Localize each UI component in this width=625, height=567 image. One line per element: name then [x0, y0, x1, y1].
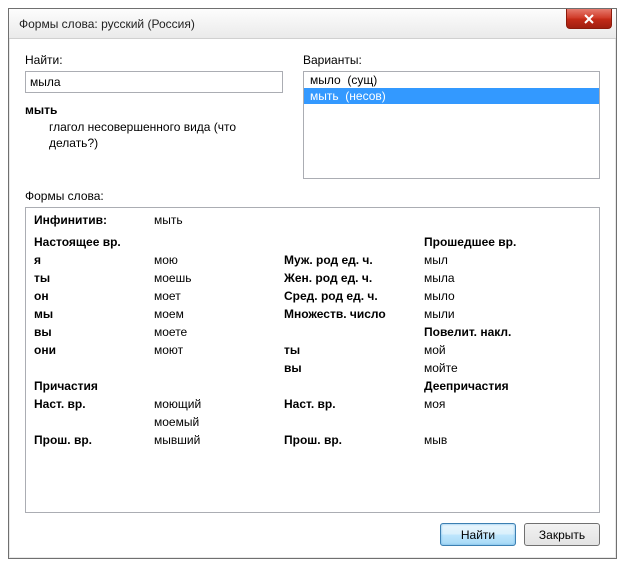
forms-cell: мой — [424, 342, 544, 358]
forms-cell — [424, 414, 544, 430]
forms-grid: Инфинитив:мытьНастоящее вр. Прошедшее вр.… — [34, 212, 591, 448]
forms-cell: моют — [154, 342, 284, 358]
find-column: Найти: мыть глагол несовершенного вида (… — [25, 53, 283, 179]
forms-label: Формы слова: — [25, 189, 600, 203]
forms-cell: моемый — [154, 414, 284, 430]
forms-cell — [34, 230, 154, 232]
variants-label: Варианты: — [303, 53, 600, 67]
forms-cell: Инфинитив: — [34, 212, 154, 228]
forms-cell: я — [34, 252, 154, 268]
forms-cell: Деепричастия — [424, 378, 544, 394]
forms-cell — [154, 378, 284, 394]
forms-cell: Повелит. накл. — [424, 324, 544, 340]
button-row: Найти Закрыть — [25, 513, 600, 546]
forms-cell — [284, 230, 424, 232]
forms-cell: Настоящее вр. — [34, 234, 154, 250]
forms-cell: он — [34, 288, 154, 304]
lemma-definition: глагол несовершенного вида (что делать?) — [49, 119, 283, 151]
forms-box[interactable]: Инфинитив:мытьНастоящее вр. Прошедшее вр.… — [25, 207, 600, 513]
forms-cell — [34, 414, 154, 430]
window-title: Формы слова: русский (Россия) — [19, 17, 195, 31]
variant-item[interactable]: мыло (сущ) — [304, 72, 599, 88]
forms-cell: Причастия — [34, 378, 154, 394]
forms-cell: Сред. род ед. ч. — [284, 288, 424, 304]
forms-cell: мы — [34, 306, 154, 322]
forms-cell — [284, 378, 424, 394]
find-button[interactable]: Найти — [440, 523, 516, 546]
forms-cell — [34, 360, 154, 376]
variants-column: Варианты: мыло (сущ)мыть (несов) — [303, 53, 600, 179]
forms-cell — [154, 234, 284, 250]
lemma-block: мыть глагол несовершенного вида (что дел… — [25, 103, 283, 151]
forms-cell: они — [34, 342, 154, 358]
forms-cell — [284, 324, 424, 340]
forms-cell: мывший — [154, 432, 284, 448]
forms-cell: Прош. вр. — [284, 432, 424, 448]
dialog-window: Формы слова: русский (Россия) Найти: мыт… — [8, 8, 617, 559]
forms-cell: мыв — [424, 432, 544, 448]
forms-cell: мыли — [424, 306, 544, 322]
forms-cell: моет — [154, 288, 284, 304]
forms-cell: моем — [154, 306, 284, 322]
forms-cell: мойте — [424, 360, 544, 376]
close-dialog-button[interactable]: Закрыть — [524, 523, 600, 546]
forms-cell: моющий — [154, 396, 284, 412]
lemma-word: мыть — [25, 103, 283, 117]
forms-cell: ты — [284, 342, 424, 358]
forms-cell: вы — [34, 324, 154, 340]
forms-cell: Наст. вр. — [34, 396, 154, 412]
forms-cell: мыло — [424, 288, 544, 304]
forms-cell: моете — [154, 324, 284, 340]
close-button[interactable] — [566, 9, 612, 29]
forms-cell — [284, 234, 424, 250]
forms-cell — [154, 360, 284, 376]
forms-cell: мою — [154, 252, 284, 268]
forms-cell — [154, 230, 284, 232]
find-label: Найти: — [25, 53, 283, 67]
top-row: Найти: мыть глагол несовершенного вида (… — [25, 53, 600, 179]
forms-cell: ты — [34, 270, 154, 286]
variant-item[interactable]: мыть (несов) — [304, 88, 599, 104]
variants-list[interactable]: мыло (сущ)мыть (несов) — [303, 71, 600, 179]
forms-cell: Муж. род ед. ч. — [284, 252, 424, 268]
forms-cell — [424, 230, 544, 232]
close-icon — [583, 14, 595, 24]
forms-cell: Жен. род ед. ч. — [284, 270, 424, 286]
forms-cell: мыла — [424, 270, 544, 286]
dialog-content: Найти: мыть глагол несовершенного вида (… — [9, 39, 616, 558]
search-input[interactable] — [25, 71, 283, 93]
forms-cell: вы — [284, 360, 424, 376]
forms-cell: моя — [424, 396, 544, 412]
forms-cell: Прошедшее вр. — [424, 234, 544, 250]
forms-cell — [284, 212, 424, 228]
forms-cell — [284, 414, 424, 430]
titlebar: Формы слова: русский (Россия) — [9, 9, 616, 39]
forms-cell: Наст. вр. — [284, 396, 424, 412]
forms-cell: Прош. вр. — [34, 432, 154, 448]
forms-cell — [424, 212, 544, 228]
forms-cell: мыть — [154, 212, 284, 228]
forms-cell: моешь — [154, 270, 284, 286]
forms-cell: Множеств. число — [284, 306, 424, 322]
forms-cell: мыл — [424, 252, 544, 268]
